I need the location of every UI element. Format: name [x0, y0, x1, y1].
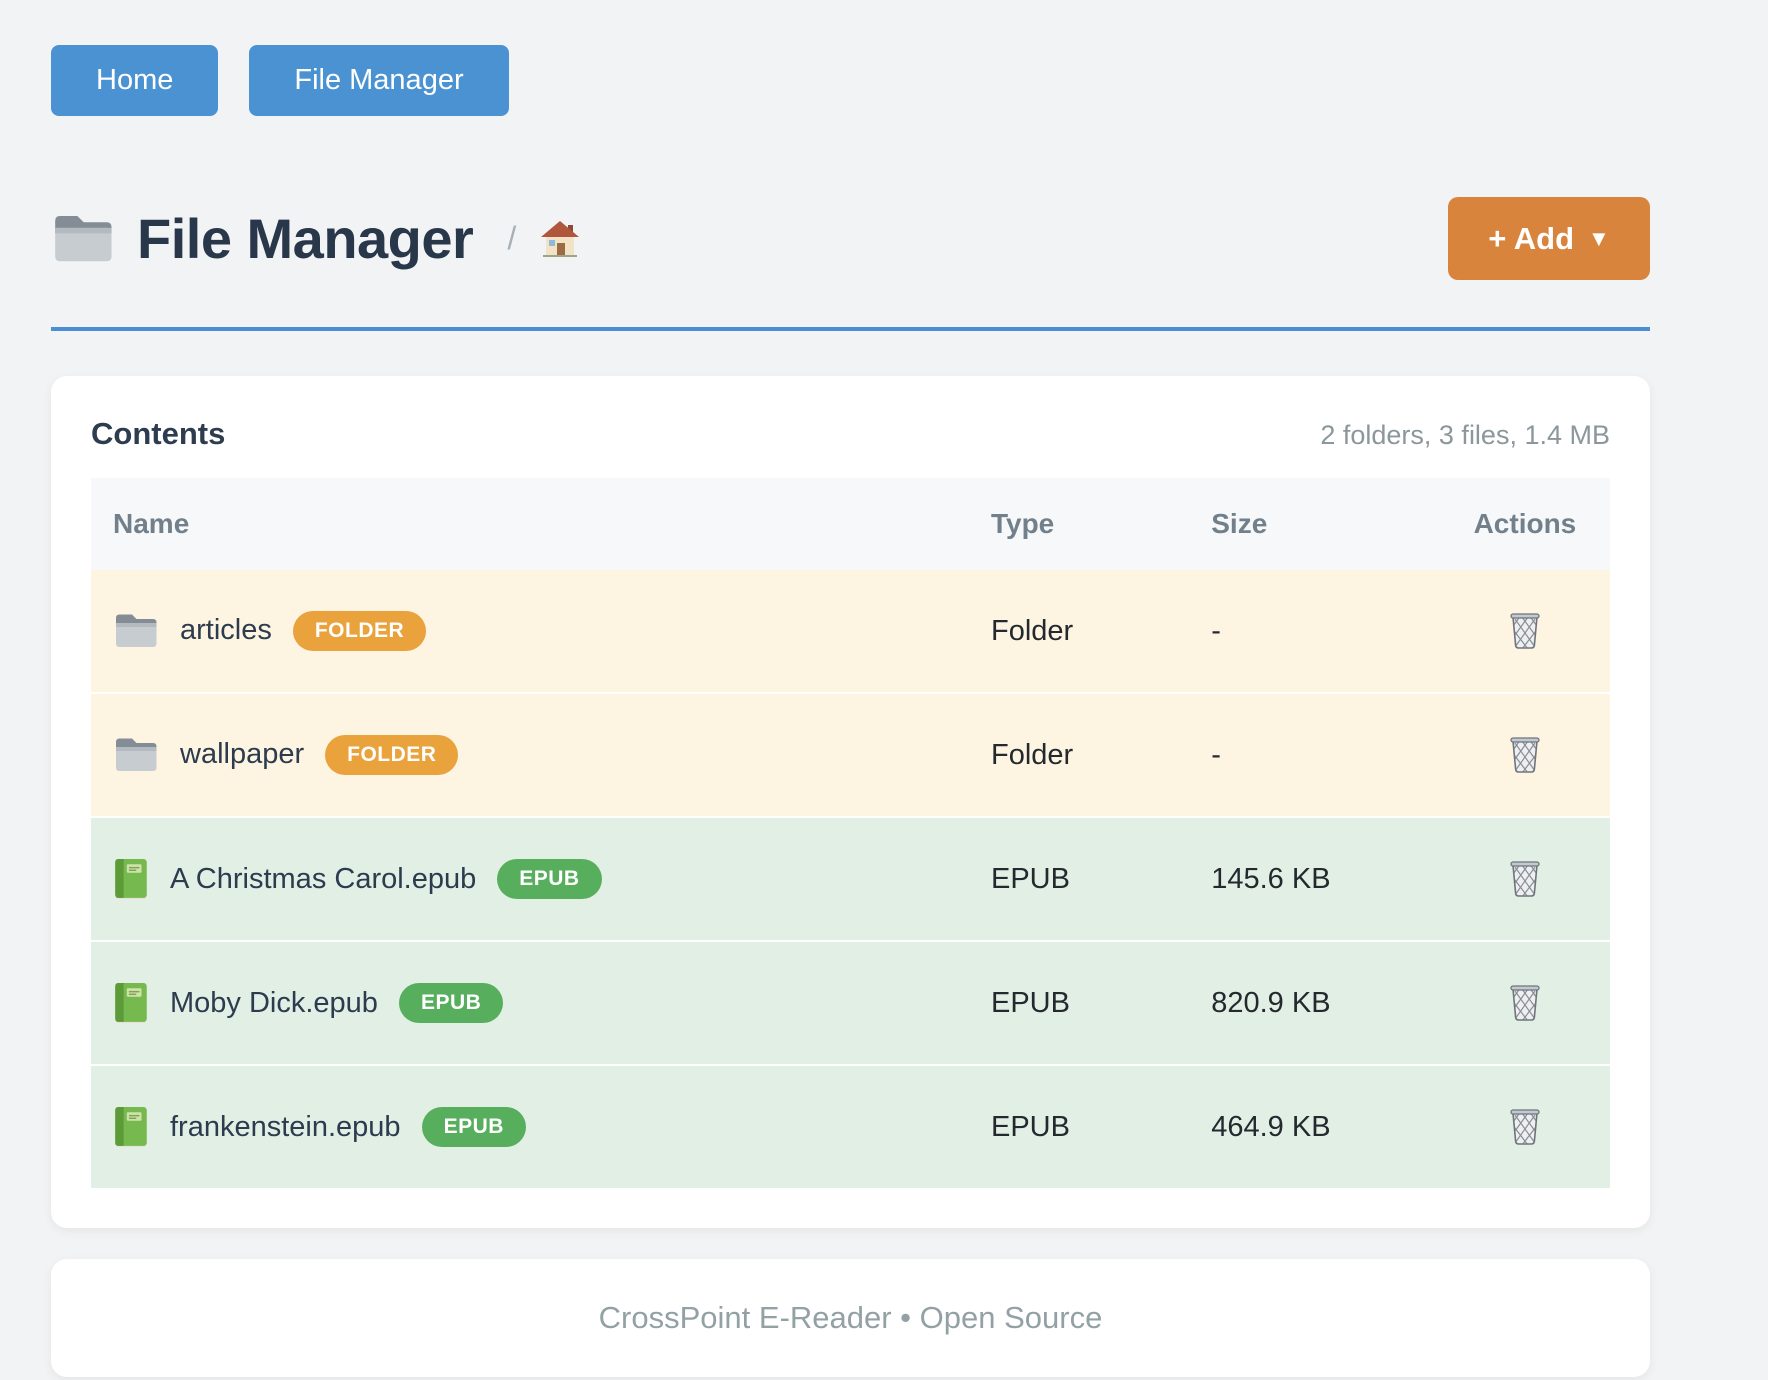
file-name-link[interactable]: articles: [180, 614, 272, 647]
size-cell: 145.6 KB: [1189, 817, 1440, 941]
page-header: File Manager / + Add ▼: [51, 197, 1650, 331]
contents-summary: 2 folders, 3 files, 1.4 MB: [1320, 420, 1610, 451]
file-name-link[interactable]: A Christmas Carol.epub: [170, 863, 476, 896]
breadcrumb-home-link[interactable]: [540, 220, 580, 258]
footer-text: CrossPoint E-Reader • Open Source: [599, 1300, 1103, 1336]
trash-icon: [1507, 733, 1543, 773]
delete-button[interactable]: [1503, 1101, 1547, 1149]
column-header-size: Size: [1189, 478, 1440, 570]
column-header-type: Type: [969, 478, 1189, 570]
nav-button-file-manager[interactable]: File Manager: [249, 45, 508, 116]
size-cell: -: [1189, 570, 1440, 693]
green-book-icon: [113, 982, 149, 1024]
folder-icon: [113, 736, 159, 774]
type-cell: EPUB: [969, 1065, 1189, 1188]
type-badge: EPUB: [399, 983, 503, 1023]
delete-button[interactable]: [1503, 729, 1547, 777]
size-cell: 464.9 KB: [1189, 1065, 1440, 1188]
size-cell: 820.9 KB: [1189, 941, 1440, 1065]
green-book-icon: [113, 858, 149, 900]
type-badge: EPUB: [422, 1107, 526, 1147]
footer: CrossPoint E-Reader • Open Source: [51, 1259, 1650, 1377]
trash-icon: [1507, 1105, 1543, 1145]
size-cell: -: [1189, 693, 1440, 817]
contents-card: Contents 2 folders, 3 files, 1.4 MB Name…: [51, 376, 1650, 1228]
table-row: wallpaper FOLDER Folder-: [91, 693, 1610, 817]
page-title: File Manager: [137, 211, 473, 267]
file-table: Name Type Size Actions articles FOLDER Fol…: [91, 478, 1610, 1188]
actions-cell: [1440, 1065, 1610, 1188]
add-button[interactable]: + Add ▼: [1448, 197, 1650, 280]
green-book-icon: [113, 1106, 149, 1148]
delete-button[interactable]: [1503, 605, 1547, 653]
trash-icon: [1507, 609, 1543, 649]
type-cell: EPUB: [969, 817, 1189, 941]
file-table-body: articles FOLDER Folder- wallpaper FOLDER Fold…: [91, 570, 1610, 1188]
type-badge: EPUB: [497, 859, 601, 899]
file-name-link[interactable]: Moby Dick.epub: [170, 987, 378, 1020]
actions-cell: [1440, 693, 1610, 817]
table-row: Moby Dick.epubEPUBEPUB820.9 KB: [91, 941, 1610, 1065]
column-header-actions: Actions: [1440, 478, 1610, 570]
type-badge: FOLDER: [293, 611, 426, 651]
file-name-link[interactable]: wallpaper: [180, 738, 304, 771]
type-cell: EPUB: [969, 941, 1189, 1065]
column-header-name: Name: [91, 478, 969, 570]
file-name-link[interactable]: frankenstein.epub: [170, 1111, 401, 1144]
table-row: A Christmas Carol.epubEPUBEPUB145.6 KB: [91, 817, 1610, 941]
breadcrumb-separator: /: [507, 220, 516, 257]
top-nav: Home File Manager: [51, 45, 1650, 116]
type-cell: Folder: [969, 570, 1189, 693]
delete-button[interactable]: [1503, 977, 1547, 1025]
page-container: Home File Manager File Manager /: [51, 0, 1650, 1377]
table-row: frankenstein.epubEPUBEPUB464.9 KB: [91, 1065, 1610, 1188]
actions-cell: [1440, 817, 1610, 941]
actions-cell: [1440, 570, 1610, 693]
folder-icon: [51, 212, 115, 266]
add-button-label: + Add: [1488, 221, 1574, 257]
table-row: articles FOLDER Folder-: [91, 570, 1610, 693]
contents-heading: Contents: [91, 416, 225, 452]
title-wrap: File Manager /: [51, 211, 580, 267]
home-icon: [540, 220, 580, 258]
nav-button-home[interactable]: Home: [51, 45, 218, 116]
trash-icon: [1507, 857, 1543, 897]
folder-icon: [113, 612, 159, 650]
table-header-row: Name Type Size Actions: [91, 478, 1610, 570]
chevron-down-icon: ▼: [1588, 228, 1610, 250]
actions-cell: [1440, 941, 1610, 1065]
delete-button[interactable]: [1503, 853, 1547, 901]
type-badge: FOLDER: [325, 735, 458, 775]
type-cell: Folder: [969, 693, 1189, 817]
trash-icon: [1507, 981, 1543, 1021]
